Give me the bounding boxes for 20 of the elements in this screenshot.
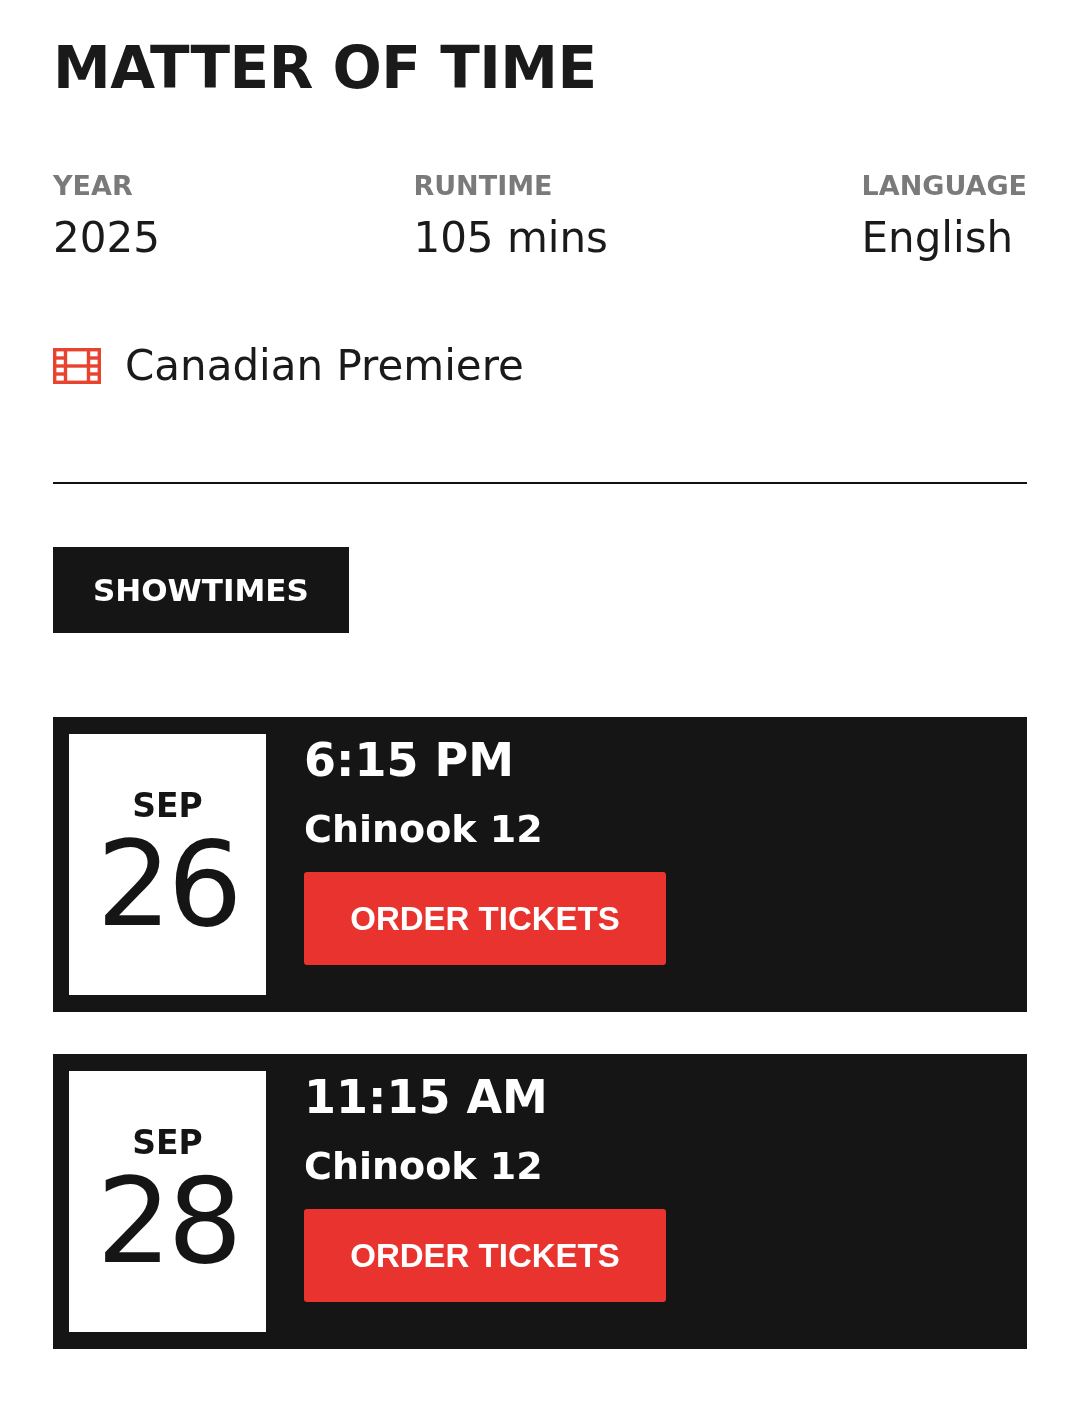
showtimes-tab[interactable]: SHOWTIMES — [53, 547, 349, 633]
detail-value: 105 mins — [413, 212, 608, 264]
order-tickets-button[interactable]: ORDER TICKETS — [304, 872, 666, 965]
date-month: SEP — [132, 786, 203, 825]
venue-name: Chinook 12 — [304, 1143, 543, 1189]
detail-label: LANGUAGE — [861, 169, 1027, 203]
showtime-time: 11:15 AM — [304, 1071, 548, 1123]
detail-label: YEAR — [53, 169, 133, 203]
movie-title: MATTER OF TIME — [53, 33, 597, 104]
showtime-time: 6:15 PM — [304, 734, 514, 786]
date-month: SEP — [132, 1123, 203, 1162]
detail-label: RUNTIME — [413, 169, 553, 203]
date-day: 26 — [96, 824, 239, 943]
film-strip-icon — [53, 348, 101, 384]
order-tickets-button[interactable]: ORDER TICKETS — [304, 1209, 666, 1302]
date-day: 28 — [96, 1161, 239, 1280]
venue-name: Chinook 12 — [304, 806, 543, 852]
detail-value: English — [861, 212, 1014, 264]
premiere-label: Canadian Premiere — [125, 340, 524, 392]
detail-value: 2025 — [53, 212, 160, 264]
